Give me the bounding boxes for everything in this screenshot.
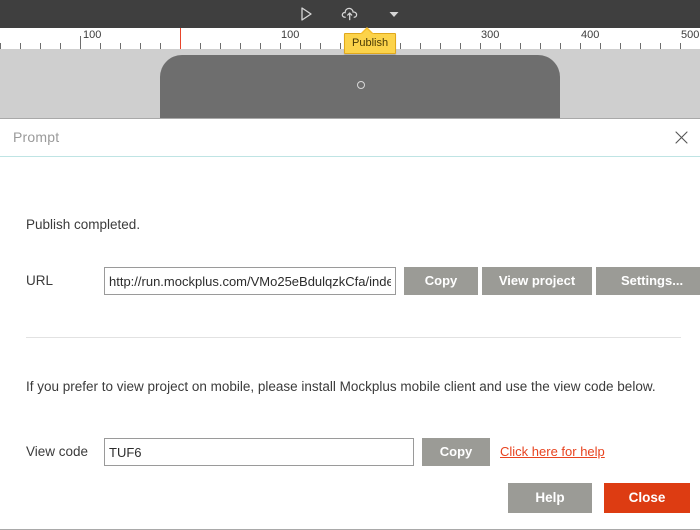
publish-tooltip: Publish — [344, 27, 397, 54]
url-label: URL — [26, 273, 54, 288]
dialog-titlebar: Prompt — [0, 119, 700, 156]
publish-dropdown-chevron-icon[interactable] — [383, 4, 405, 24]
view-code-row: View code Copy Click here for help — [26, 438, 681, 466]
publish-tooltip-arrow — [361, 29, 373, 35]
copy-view-code-button[interactable]: Copy — [422, 438, 490, 466]
view-project-button[interactable]: View project — [482, 267, 592, 295]
ruler-tick — [80, 36, 81, 49]
copy-url-button[interactable]: Copy — [404, 267, 478, 295]
artboard-boundary-marker — [180, 28, 181, 49]
publish-status-message: Publish completed. — [26, 217, 141, 232]
close-x-icon[interactable] — [670, 126, 692, 148]
dialog-footer: Help Close — [0, 467, 700, 529]
camera-dot-icon — [357, 81, 365, 89]
close-button[interactable]: Close — [604, 483, 690, 513]
ruler-tick-label: 400 — [581, 29, 600, 41]
preview-play-icon[interactable] — [295, 4, 317, 24]
dialog-body: Publish completed. URL Copy View project… — [0, 157, 700, 492]
publish-cloud-upload-icon[interactable] — [339, 4, 361, 24]
url-input[interactable] — [104, 267, 396, 295]
view-code-label: View code — [26, 444, 89, 459]
ruler-tick-label: 300 — [481, 29, 500, 41]
click-here-for-help-link[interactable]: Click here for help — [500, 444, 605, 459]
help-button[interactable]: Help — [508, 483, 592, 513]
publish-tooltip-label: Publish — [344, 33, 397, 54]
view-code-input[interactable] — [104, 438, 414, 466]
settings-button[interactable]: Settings... — [596, 267, 700, 295]
dialog-title: Prompt — [13, 129, 60, 145]
url-row: URL Copy View project Settings... — [26, 267, 700, 295]
mobile-client-hint: If you prefer to view project on mobile,… — [26, 379, 656, 394]
ruler-tick-label: 500 — [681, 29, 700, 41]
ruler-tick-label: 100 — [83, 29, 102, 41]
prompt-dialog: Prompt Publish completed. URL Copy View … — [0, 118, 700, 530]
ruler-tick-label: 100 — [281, 29, 300, 41]
section-divider — [26, 337, 681, 338]
top-toolbar — [0, 0, 700, 28]
